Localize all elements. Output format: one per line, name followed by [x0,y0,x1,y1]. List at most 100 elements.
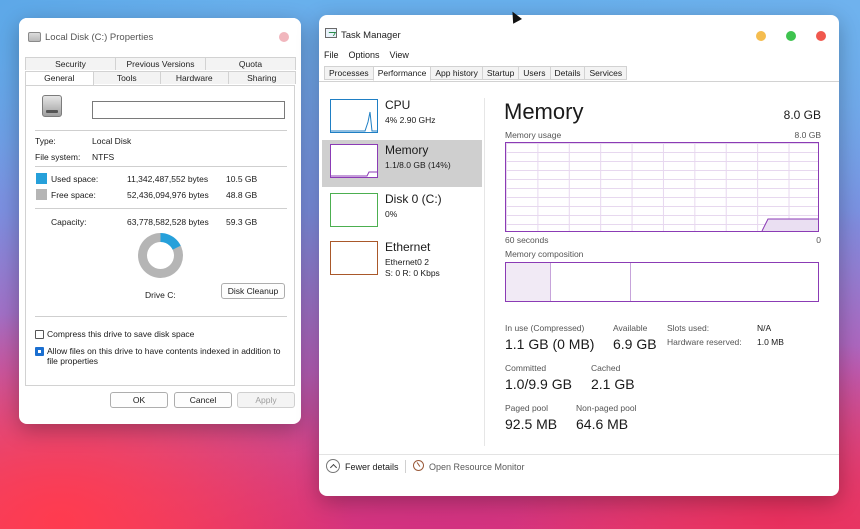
used-space-bytes: 11,342,487,552 bytes [127,174,209,184]
sidebar-disk-sub: 0% [385,209,398,219]
free-space-bytes: 52,436,094,976 bytes [127,190,209,200]
cpu-graph-thumbnail [330,99,378,133]
drive-icon [28,32,41,42]
index-checkbox[interactable] [35,347,44,356]
memory-usage-max: 8.0 GB [794,130,821,140]
tab-tools[interactable]: Tools [92,71,161,84]
menu-bar: File Options View [324,50,409,60]
sidebar-memory-name: Memory [385,143,429,157]
memory-usage-line [761,218,818,231]
tab-users[interactable]: Users [518,66,551,80]
sidebar-item-memory[interactable]: Memory 1.1/8.0 GB (14%) [322,140,482,187]
properties-titlebar[interactable]: Local Disk (C:) Properties [19,18,301,56]
slots-used-label: Slots used: [667,323,710,333]
drive-caption: Drive C: [145,290,176,300]
non-paged-pool-value: 64.6 MB [576,416,629,432]
memory-composition-bar [505,262,819,302]
tab-general[interactable]: General [25,71,94,85]
divider [35,316,287,317]
memory-sparkline [331,171,377,177]
menu-view[interactable]: View [390,50,409,60]
cached-value: 2.1 GB [591,376,635,392]
tab-sharing[interactable]: Sharing [227,71,296,84]
sidebar-item-cpu[interactable]: CPU 4% 2.90 GHz [322,95,482,142]
task-manager-footer: Fewer details Open Resource Monitor [319,454,839,496]
in-use-label: In use (Compressed) [505,323,585,333]
divider [35,130,287,131]
minimize-button[interactable] [756,31,766,41]
disk-usage-donut [138,233,183,278]
free-space-gb: 48.8 GB [226,190,258,200]
cpu-sparkline [331,111,377,132]
memory-graph-thumbnail [330,144,378,178]
ok-button[interactable]: OK [110,392,168,408]
divider [35,166,287,167]
task-manager-title: Task Manager [341,30,401,41]
committed-label: Committed [505,363,547,373]
sidebar-ethernet-sub1: Ethernet0 2 [385,257,429,267]
maximize-button[interactable] [786,31,796,41]
general-panel: Type: Local Disk File system: NTFS Used … [25,85,295,386]
memory-composition-label: Memory composition [505,249,584,259]
chevron-up-icon[interactable] [326,459,340,473]
memory-usage-graph [505,142,819,232]
hardware-reserved-label: Hardware reserved: [667,337,742,347]
slots-used-value: N/A [757,323,772,333]
sidebar-memory-sub: 1.1/8.0 GB (14%) [385,160,451,170]
tab-performance[interactable]: Performance [372,66,432,81]
task-manager-titlebar[interactable]: Task Manager [319,15,839,47]
menu-file[interactable]: File [324,50,339,60]
fewer-details-link[interactable]: Fewer details [345,462,399,472]
file-system-value: NTFS [92,152,115,162]
disk-graph-thumbnail [330,193,378,227]
composition-modified [551,263,631,301]
index-label-line2: file properties [47,356,99,366]
sidebar-ethernet-name: Ethernet [385,240,431,254]
paged-pool-label: Paged pool [505,403,549,413]
capacity-gb: 59.3 GB [226,217,258,227]
sidebar-cpu-name: CPU [385,98,411,112]
properties-window: Local Disk (C:) Properties Security Prev… [19,18,301,424]
open-resource-monitor-link[interactable]: Open Resource Monitor [429,462,525,472]
non-paged-pool-label: Non-paged pool [576,403,637,413]
cached-label: Cached [591,363,621,373]
tab-processes[interactable]: Processes [324,66,374,80]
close-icon[interactable] [279,32,289,42]
memory-total: 8.0 GB [783,108,821,122]
cancel-button[interactable]: Cancel [174,392,232,408]
footer-divider [319,454,839,455]
compress-label: Compress this drive to save disk space [47,329,195,339]
committed-value: 1.0/9.9 GB [505,376,572,392]
disk-cleanup-button[interactable]: Disk Cleanup [221,283,285,299]
menu-options[interactable]: Options [349,50,380,60]
tab-security[interactable]: Security [25,57,116,70]
divider [35,208,287,209]
sidebar-cpu-sub: 4% 2.90 GHz [385,115,436,125]
used-space-label: Used space: [51,174,99,184]
drive-name-input[interactable] [92,101,285,119]
used-space-swatch [36,173,47,184]
close-button[interactable] [816,31,826,41]
tab-services[interactable]: Services [584,66,628,80]
sidebar-item-ethernet[interactable]: Ethernet Ethernet0 2 S: 0 R: 0 Kbps [322,237,482,284]
tab-hardware[interactable]: Hardware [160,71,229,84]
file-system-label: File system: [35,152,81,162]
sidebar-item-disk[interactable]: Disk 0 (C:) 0% [322,189,482,236]
free-space-label: Free space: [51,190,96,200]
memory-usage-label: Memory usage [505,130,562,140]
composition-in-use [506,263,551,301]
tab-previous-versions[interactable]: Previous Versions [115,57,206,70]
footer-separator [405,460,406,473]
resource-monitor-icon [413,460,424,471]
tab-startup[interactable]: Startup [481,66,520,80]
tab-details[interactable]: Details [549,66,586,80]
used-space-gb: 10.5 GB [226,174,258,184]
apply-button[interactable]: Apply [237,392,295,408]
compress-checkbox[interactable] [35,330,44,339]
ethernet-graph-thumbnail [330,241,378,275]
task-manager-window: Task Manager File Options View Processes… [319,15,839,496]
hardware-reserved-value: 1.0 MB [757,337,784,347]
tab-quota[interactable]: Quota [205,57,296,70]
tab-app-history[interactable]: App history [430,66,483,80]
in-use-value: 1.1 GB (0 MB) [505,336,595,352]
